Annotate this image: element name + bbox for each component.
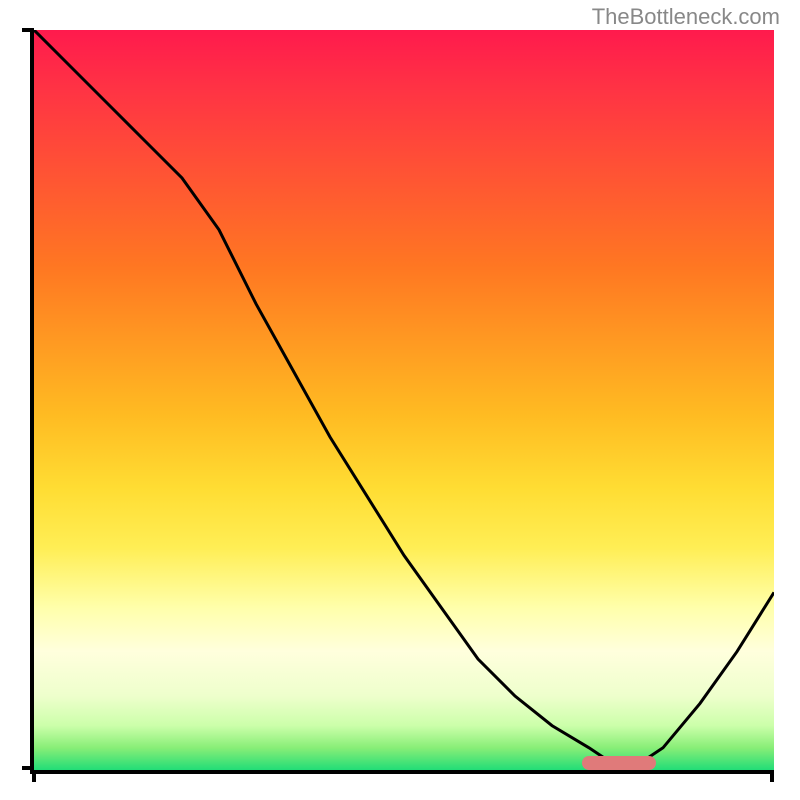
chart-optimal-marker bbox=[582, 756, 656, 770]
y-axis-tick bbox=[22, 766, 34, 770]
x-axis-tick bbox=[770, 770, 774, 782]
watermark-text: TheBottleneck.com bbox=[592, 4, 780, 30]
chart-plot-area bbox=[30, 30, 774, 774]
chart-line-curve bbox=[34, 30, 774, 770]
x-axis-tick bbox=[32, 770, 36, 782]
y-axis-tick bbox=[22, 28, 34, 32]
